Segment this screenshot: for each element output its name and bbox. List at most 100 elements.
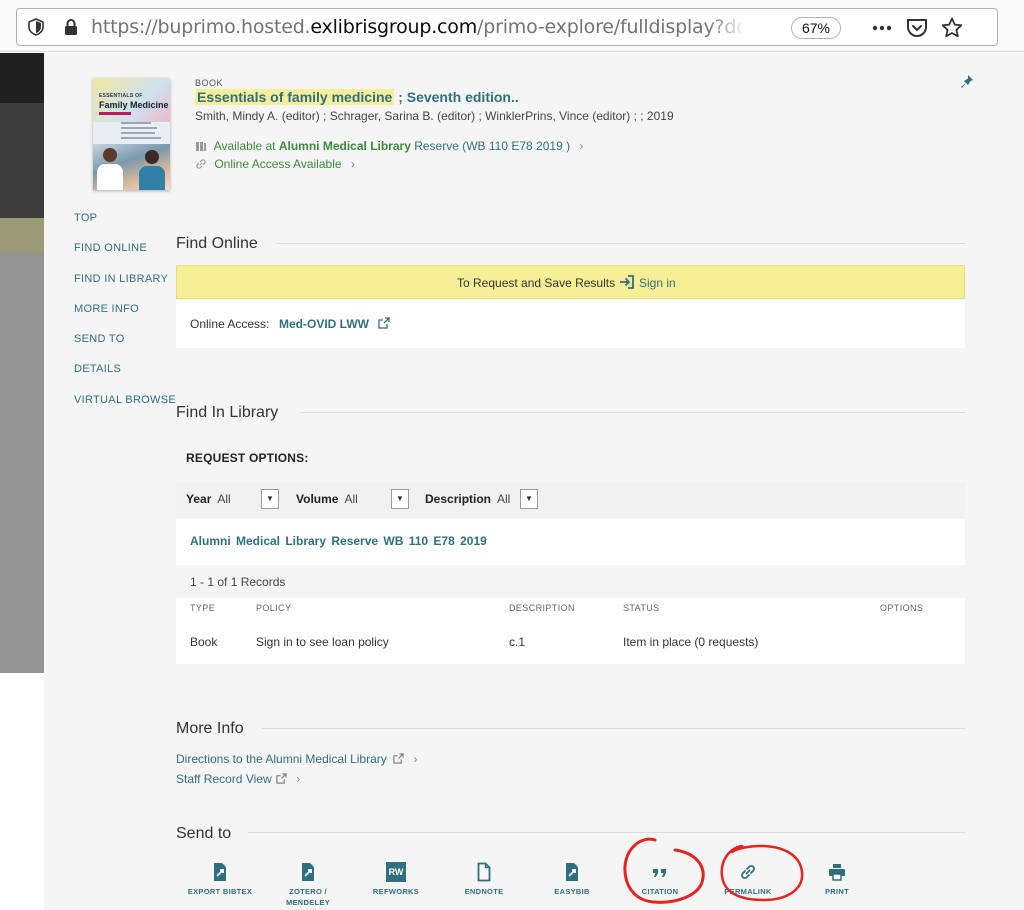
volume-filter-value: All xyxy=(344,492,358,506)
col-description: DESCRIPTION xyxy=(509,603,575,613)
easybib-label: EASYBIB xyxy=(554,887,590,896)
items-table: TYPE POLICY DESCRIPTION STATUS OPTIONS B… xyxy=(176,598,965,664)
med-ovid-link[interactable]: Med-OVID LWW xyxy=(279,317,390,331)
year-filter[interactable]: Year All xyxy=(186,492,231,506)
pocket-icon[interactable] xyxy=(905,16,929,40)
nav-send-to[interactable]: SEND TO xyxy=(74,333,176,363)
description-dropdown-icon[interactable]: ▼ xyxy=(520,489,538,509)
url-text[interactable]: https://buprimo.hosted.exlibrisgroup.com… xyxy=(91,16,741,38)
nav-find-in-library[interactable]: FIND IN LIBRARY xyxy=(74,273,176,303)
col-type: TYPE xyxy=(190,603,216,613)
directions-link[interactable]: Directions to the Alumni Medical Library… xyxy=(176,752,417,766)
endnote-label: ENDNOTE xyxy=(464,887,504,896)
availability-library: Alumni Medical Library xyxy=(278,139,411,153)
chevron-right-icon: › xyxy=(579,139,584,153)
zotero-mendeley-label: ZOTERO / MENDELEY xyxy=(285,887,331,907)
cover-photo xyxy=(145,150,159,164)
online-access-label: Online Access: xyxy=(190,317,270,331)
endnote-button[interactable]: ENDNOTE xyxy=(439,862,529,897)
quote-icon xyxy=(653,869,666,877)
signin-label: Sign in xyxy=(639,276,676,290)
cell-description: c.1 xyxy=(509,635,526,649)
volume-dropdown-icon[interactable]: ▼ xyxy=(391,489,409,509)
export-bibtex-label: EXPORT BIBTEX xyxy=(187,887,253,896)
online-access-text: Online Access Available xyxy=(214,157,342,171)
online-access-panel: Online Access: Med-OVID LWW xyxy=(176,300,965,348)
page-actions-icon[interactable] xyxy=(870,16,894,40)
nav-top[interactable]: TOP xyxy=(74,212,176,242)
permalink-label: PERMALINK xyxy=(724,887,772,896)
holding-location[interactable]: Alumni Medical Library Reserve WB 110 E7… xyxy=(176,519,965,565)
title-highlight[interactable]: Essentials of family medicine xyxy=(195,89,395,105)
library-book-icon xyxy=(196,142,206,151)
holding-location-text[interactable]: Alumni Medical Library Reserve WB 110 E7… xyxy=(190,534,487,548)
find-in-library-heading: Find In Library xyxy=(176,404,279,421)
refworks-icon: RW xyxy=(386,862,406,882)
online-access-line[interactable]: Online Access Available › xyxy=(195,157,355,171)
edition: ; Seventh edition.. xyxy=(398,89,519,105)
permalink-button[interactable]: PERMALINK xyxy=(703,862,793,897)
find-online-heading: Find Online xyxy=(176,235,258,252)
volume-filter-label: Volume xyxy=(296,492,339,506)
zoom-level-badge[interactable]: 67% xyxy=(791,17,841,39)
volume-filter[interactable]: Volume All xyxy=(296,492,358,506)
zotero-mendeley-button[interactable]: ZOTERO / MENDELEY xyxy=(263,862,353,908)
year-filter-value: All xyxy=(217,492,231,506)
divider xyxy=(248,832,965,833)
browser-toolbar: https://buprimo.hosted.exlibrisgroup.com… xyxy=(0,0,1024,52)
chevron-right-icon: › xyxy=(350,157,355,171)
staff-record-view-link[interactable]: Staff Record View › xyxy=(176,772,300,786)
more-info-heading: More Info xyxy=(176,720,244,737)
nav-find-online[interactable]: FIND ONLINE xyxy=(74,242,176,272)
signin-banner: To Request and Save Results Sign in xyxy=(176,265,965,299)
year-dropdown-icon[interactable]: ▼ xyxy=(261,489,279,509)
description-filter-value: All xyxy=(497,492,511,506)
url-fade xyxy=(707,13,747,41)
refworks-button[interactable]: RW REFWORKS xyxy=(351,862,441,897)
external-link-icon xyxy=(393,753,404,764)
print-button[interactable]: PRINT xyxy=(792,862,882,897)
sign-in-icon xyxy=(620,275,634,289)
strip-segment xyxy=(0,253,44,673)
bookmark-star-icon[interactable] xyxy=(940,16,964,40)
print-label: PRINT xyxy=(825,887,849,896)
zotero-file-icon xyxy=(302,863,314,881)
cell-type: Book xyxy=(190,635,218,649)
easybib-button[interactable]: EASYBIB xyxy=(527,862,617,897)
nav-details[interactable]: DETAILS xyxy=(74,363,176,393)
record-authors: Smith, Mindy A. (editor) ; Schrager, Sar… xyxy=(195,109,674,123)
strip-segment xyxy=(0,103,44,218)
description-filter[interactable]: Description All xyxy=(425,492,510,506)
easybib-file-icon xyxy=(566,863,578,881)
book-cover-thumbnail[interactable]: ESSENTIALS OF Family Medicine xyxy=(93,78,170,190)
cover-series: ESSENTIALS OF xyxy=(99,93,143,99)
printer-icon xyxy=(829,864,845,881)
availability-line[interactable]: Available at Alumni Medical Library Rese… xyxy=(195,139,583,153)
nav-virtual-browse[interactable]: VIRTUAL BROWSE xyxy=(74,394,176,424)
url-bar[interactable]: https://buprimo.hosted.exlibrisgroup.com… xyxy=(16,8,998,46)
record-title[interactable]: Essentials of family medicine ; Seventh … xyxy=(195,89,519,105)
permalink-chain-icon xyxy=(741,865,755,879)
record-type: BOOK xyxy=(195,78,224,88)
export-bibtex-button[interactable]: EXPORT BIBTEX xyxy=(175,862,265,897)
signin-link[interactable]: Sign in xyxy=(619,274,676,290)
citation-button[interactable]: CITATION xyxy=(615,862,705,897)
request-options-label: REQUEST OPTIONS: xyxy=(186,451,309,465)
shield-icon[interactable] xyxy=(27,18,45,36)
external-link-icon xyxy=(378,317,390,329)
bibtex-file-icon xyxy=(214,863,226,881)
nav-more-info[interactable]: MORE INFO xyxy=(74,303,176,333)
record-count: 1 - 1 of 1 Records xyxy=(190,575,286,589)
lock-icon[interactable] xyxy=(63,18,79,36)
cover-photo xyxy=(139,166,165,190)
endnote-file-icon xyxy=(477,862,491,882)
send-to-heading: Send to xyxy=(176,825,232,842)
refworks-label: REFWORKS xyxy=(372,887,420,896)
pin-icon[interactable] xyxy=(960,74,974,90)
cover-photo xyxy=(103,148,117,162)
cover-bar xyxy=(99,112,131,115)
divider xyxy=(276,243,965,244)
external-link-icon xyxy=(276,773,287,784)
col-policy: POLICY xyxy=(256,603,292,613)
directions-link-text: Directions to the Alumni Medical Library xyxy=(176,752,387,766)
